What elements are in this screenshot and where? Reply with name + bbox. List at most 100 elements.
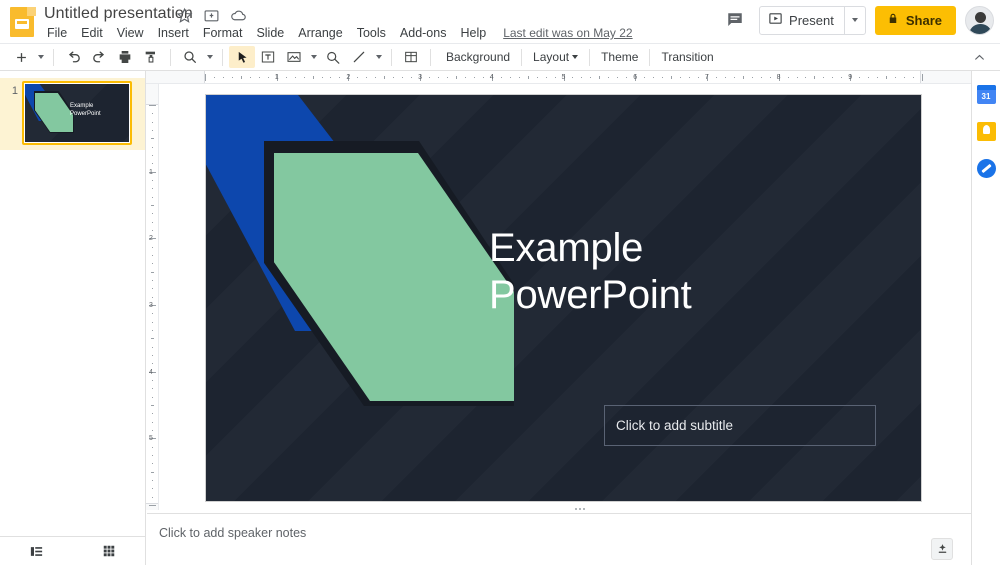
insert-image-button[interactable] [281, 46, 307, 68]
background-label: Background [446, 50, 511, 64]
subtitle-placeholder-box[interactable]: Click to add subtitle [604, 405, 876, 446]
ruler-tick [152, 221, 153, 223]
collapse-toolbar-button[interactable] [968, 47, 990, 67]
ruler-tick [152, 463, 153, 465]
ruler-tick [240, 76, 242, 79]
slide-title[interactable]: Example PowerPoint [489, 225, 869, 319]
toolbar-divider [589, 48, 591, 66]
tasks-icon[interactable] [976, 159, 996, 178]
ruler-tick [554, 77, 556, 78]
insert-table-button[interactable] [398, 46, 424, 68]
chevron-down-icon [310, 55, 317, 59]
cloud-saved-icon[interactable] [230, 7, 247, 24]
ruler-tick [814, 76, 816, 79]
ruler-tick [411, 77, 413, 78]
menu-view[interactable]: View [110, 24, 151, 42]
menu-format[interactable]: Format [196, 24, 250, 42]
ruler-tick [751, 77, 753, 78]
present-button[interactable]: Present [760, 7, 844, 34]
keep-icon[interactable] [976, 122, 996, 141]
calendar-icon[interactable]: 31 [976, 85, 996, 104]
share-button[interactable]: Share [874, 5, 956, 35]
insert-image-dropdown[interactable] [307, 46, 320, 68]
menu-slide[interactable]: Slide [249, 24, 291, 42]
explore-icon[interactable] [931, 538, 953, 560]
ruler-tick [742, 76, 744, 79]
account-avatar[interactable] [965, 5, 994, 35]
text-box-button[interactable] [255, 46, 281, 68]
star-icon[interactable] [176, 7, 193, 24]
menu-edit[interactable]: Edit [74, 24, 110, 42]
ruler-tick [303, 77, 305, 78]
ruler-tick [527, 76, 529, 79]
insert-shape-button[interactable] [320, 46, 346, 68]
horizontal-ruler[interactable]: 1 2 3 4 5 6 7 8 9 [146, 71, 1000, 84]
menu-insert[interactable]: Insert [151, 24, 196, 42]
insert-line-dropdown[interactable] [372, 46, 385, 68]
vertical-ruler[interactable]: 1 2 3 4 5 [146, 84, 159, 510]
ruler-number: 4 [149, 368, 153, 376]
menu-addons[interactable]: Add-ons [393, 24, 454, 42]
ruler-tick [545, 77, 547, 78]
layout-button[interactable]: Layout [524, 47, 587, 67]
insert-line-button[interactable] [346, 46, 372, 68]
present-dropdown-caret[interactable] [843, 6, 865, 34]
new-slide-button[interactable] [8, 46, 34, 68]
slide-thumbnail[interactable]: Example PowerPoint [22, 81, 132, 145]
filmstrip-view-icon[interactable] [0, 537, 73, 565]
transition-button[interactable]: Transition [652, 47, 722, 67]
slide-number: 1 [11, 85, 18, 97]
print-button[interactable] [112, 46, 138, 68]
menu-file[interactable]: File [40, 24, 74, 42]
ruler-tick [312, 76, 314, 79]
ruler-tick [152, 196, 153, 198]
ruler-tick [375, 77, 377, 78]
menu-bar: File Edit View Insert Format Slide Arran… [40, 24, 633, 42]
slide-title-line2: PowerPoint [489, 273, 692, 318]
ruler-tick [402, 77, 404, 78]
ruler-tick [152, 321, 153, 323]
app-header: Untitled presentation File Edit View Ins… [0, 0, 1000, 44]
theme-label: Theme [601, 50, 639, 64]
select-tool-button[interactable] [229, 46, 255, 68]
notes-resize-handle[interactable] [569, 505, 591, 512]
ruler-tick [152, 430, 153, 431]
grid-view-icon[interactable] [73, 537, 146, 565]
chevron-down-icon [851, 18, 858, 22]
menu-help[interactable]: Help [453, 24, 493, 42]
menu-arrange[interactable]: Arrange [291, 24, 349, 42]
ruler-tick [152, 346, 153, 348]
paint-format-button[interactable] [138, 46, 164, 68]
present-label: Present [789, 12, 834, 28]
new-slide-dropdown[interactable] [34, 46, 47, 68]
undo-button[interactable] [60, 46, 86, 68]
ruler-tick [608, 77, 610, 78]
ruler-tick [429, 77, 431, 78]
speaker-notes-panel[interactable]: Click to add speaker notes [147, 513, 1000, 565]
toolbar-divider [649, 48, 651, 66]
document-title[interactable]: Untitled presentation [44, 5, 193, 23]
redo-button[interactable] [86, 46, 112, 68]
ruler-tick [149, 505, 156, 506]
ruler-tick [446, 77, 448, 78]
lock-icon [887, 12, 899, 28]
present-group: Present [759, 5, 866, 35]
filmstrip-slide-1[interactable]: 1 Example PowerPoint [0, 78, 145, 150]
move-to-folder-icon[interactable] [203, 7, 220, 24]
background-button[interactable]: Background [437, 47, 519, 67]
ruler-tick [231, 77, 233, 78]
chevron-down-icon [572, 55, 579, 59]
ruler-tick [152, 413, 153, 415]
zoom-dropdown[interactable] [203, 46, 216, 68]
chevron-down-icon [375, 55, 382, 59]
theme-button[interactable]: Theme [592, 47, 647, 67]
menu-tools[interactable]: Tools [350, 24, 393, 42]
ruler-tick [617, 77, 619, 78]
current-slide[interactable]: Example PowerPoint Click to add subtitle [205, 94, 922, 502]
ruler-tick [152, 480, 153, 481]
last-edit-link[interactable]: Last edit was on May 22 [503, 26, 632, 40]
comment-icon[interactable] [720, 5, 750, 35]
ruler-tick [688, 77, 690, 78]
zoom-button[interactable] [177, 46, 203, 68]
ruler-tick [151, 271, 154, 273]
